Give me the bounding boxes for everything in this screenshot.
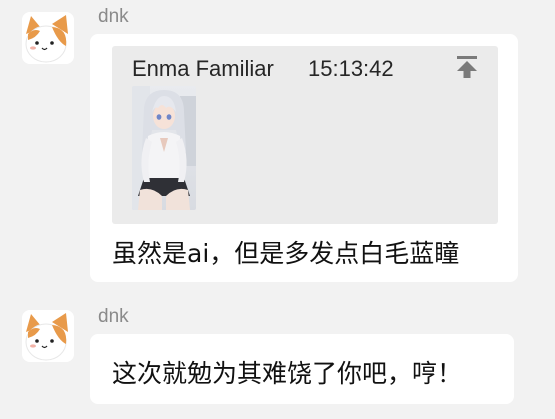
message-bubble[interactable]: 这次就勉为其难饶了你吧，哼！ xyxy=(90,334,514,404)
sender-name[interactable]: dnk xyxy=(98,306,129,328)
cat-avatar-icon xyxy=(22,310,74,362)
sender-avatar[interactable] xyxy=(22,310,74,362)
message-2: dnk 这次就勉为其难饶了你吧，哼！ xyxy=(0,0,555,419)
message-text[interactable]: 这次就勉为其难饶了你吧，哼！ xyxy=(112,354,462,390)
